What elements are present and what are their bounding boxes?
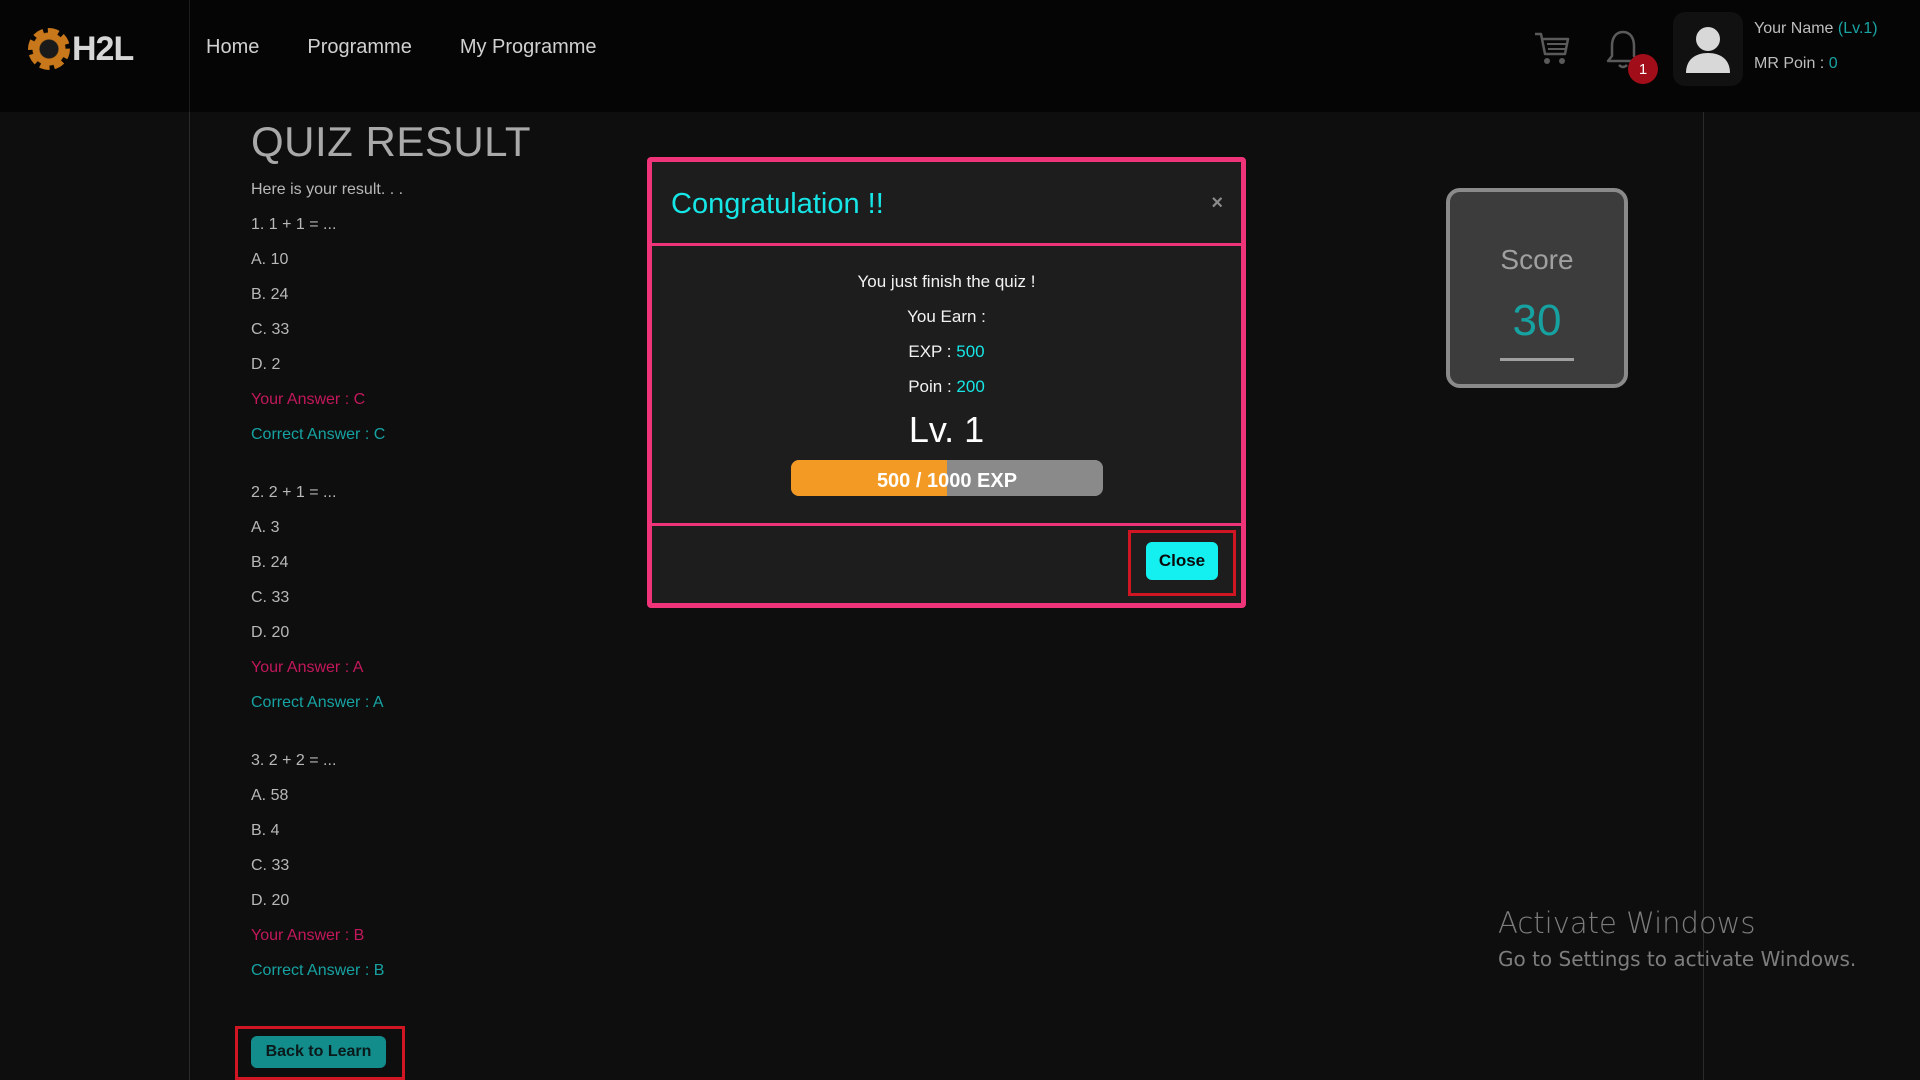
logo[interactable]: H2L xyxy=(28,24,148,74)
user-name[interactable]: Your Name (Lv.1) xyxy=(1754,20,1878,38)
option-c: C. 33 xyxy=(251,857,290,874)
level-text: Lv. 1 xyxy=(908,409,985,450)
question-block: 2. 2 + 1 = ... A. 3 B. 24 C. 33 D. 20 Yo… xyxy=(251,483,671,728)
option-b: B. 4 xyxy=(251,822,280,839)
question-text: 3. 2 + 2 = ... xyxy=(251,752,337,769)
logo-text: H2L xyxy=(72,29,134,68)
option-c: C. 33 xyxy=(251,321,290,338)
user-poin: MR Poin : 0 xyxy=(1754,55,1838,73)
user-poin-label: MR Poin : xyxy=(1754,55,1829,72)
correct-answer: Correct Answer : C xyxy=(251,426,386,443)
modal-title: Congratulation !! xyxy=(671,188,884,220)
option-a: A. 10 xyxy=(251,251,289,268)
user-icon xyxy=(1686,27,1730,73)
notification-badge: 1 xyxy=(1628,54,1658,84)
option-a: A. 58 xyxy=(251,787,289,804)
correct-answer: Correct Answer : B xyxy=(251,962,385,979)
nav-programme-link[interactable]: Programme xyxy=(307,36,411,59)
activate-windows-title: Activate Windows xyxy=(1498,906,1756,940)
your-answer: Your Answer : A xyxy=(251,659,364,676)
option-d: D. 2 xyxy=(251,356,281,373)
option-b: B. 24 xyxy=(251,286,289,303)
page-title: QUIZ RESULT xyxy=(251,118,532,165)
score-underline xyxy=(1500,358,1574,361)
poin-earned: Poin : 200 xyxy=(652,377,1241,397)
modal-header: Congratulation !! × xyxy=(652,162,1241,246)
score-card: Score 30 xyxy=(1446,188,1628,388)
question-block: 3. 2 + 2 = ... A. 58 B. 4 C. 33 D. 20 Yo… xyxy=(251,751,671,996)
question-text: 1. 1 + 1 = ... xyxy=(251,216,337,233)
cart-icon[interactable] xyxy=(1532,28,1572,68)
poin-value: 200 xyxy=(956,377,985,396)
exp-value: 500 xyxy=(956,342,985,361)
poin-label: Poin : xyxy=(908,377,957,396)
close-button[interactable]: Close xyxy=(1146,542,1218,580)
option-b: B. 24 xyxy=(251,554,289,571)
nav-my-programme-link[interactable]: My Programme xyxy=(460,36,597,59)
user-level: (Lv.1) xyxy=(1837,20,1878,37)
score-value: 30 xyxy=(1512,296,1562,345)
score-label: Score xyxy=(1500,244,1574,275)
gear-logo-icon xyxy=(28,28,70,70)
your-answer: Your Answer : B xyxy=(251,927,365,944)
question-block: 1. 1 + 1 = ... A. 10 B. 24 C. 33 D. 2 Yo… xyxy=(251,215,671,460)
modal-body: You just finish the quiz ! You Earn : EX… xyxy=(652,246,1241,526)
exp-label: EXP : xyxy=(908,342,957,361)
close-icon[interactable]: × xyxy=(1211,192,1223,215)
content-frame-left-border xyxy=(189,112,190,1080)
option-d: D. 20 xyxy=(251,892,290,909)
correct-answer: Correct Answer : A xyxy=(251,694,384,711)
option-d: D. 20 xyxy=(251,624,290,641)
nav-links: Home Programme My Programme xyxy=(206,36,597,59)
nav-divider xyxy=(189,0,190,112)
earn-text: You Earn : xyxy=(907,307,986,326)
your-answer: Your Answer : C xyxy=(251,391,366,408)
option-c: C. 33 xyxy=(251,589,290,606)
user-name-text: Your Name xyxy=(1754,20,1834,37)
option-a: A. 3 xyxy=(251,519,280,536)
finish-text: You just finish the quiz ! xyxy=(857,272,1036,291)
quiz-result-list: Here is your result. . . 1. 1 + 1 = ... … xyxy=(251,180,671,1019)
activate-windows-subtitle: Go to Settings to activate Windows. xyxy=(1498,947,1857,971)
question-text: 2. 2 + 1 = ... xyxy=(251,484,337,501)
nav-home-link[interactable]: Home xyxy=(206,36,259,59)
exp-earned: EXP : 500 xyxy=(652,342,1241,362)
top-navbar: H2L Home Programme My Programme 1 Your N… xyxy=(0,0,1920,112)
exp-progress-bar: 500 / 1000 EXP xyxy=(791,460,1103,496)
avatar[interactable] xyxy=(1673,12,1743,86)
exp-progress-text: 500 / 1000 EXP xyxy=(876,469,1018,492)
back-to-learn-button[interactable]: Back to Learn xyxy=(251,1036,386,1068)
quiz-subtitle: Here is your result. . . xyxy=(251,181,404,198)
user-poin-value: 0 xyxy=(1828,55,1838,72)
